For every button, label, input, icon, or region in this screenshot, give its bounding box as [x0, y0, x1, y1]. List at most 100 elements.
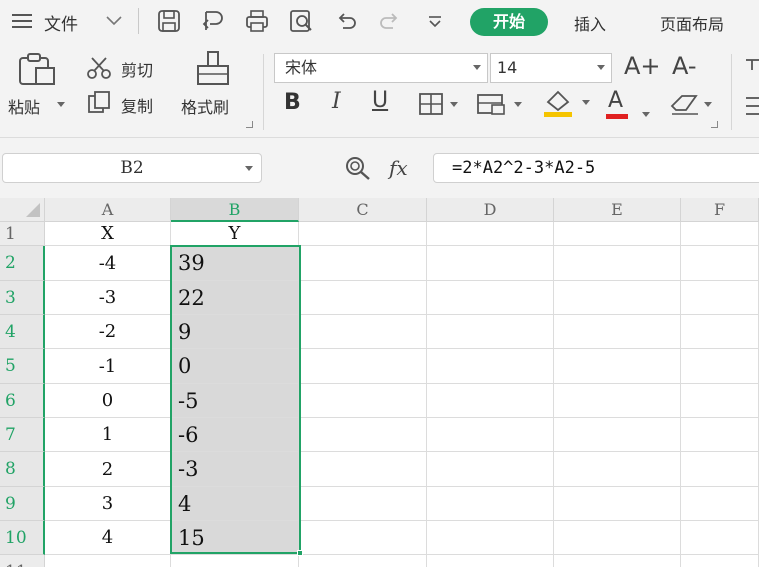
clipboard-group-launcher[interactable] [246, 121, 253, 128]
cell-b7[interactable]: -6 [171, 418, 299, 452]
cell-empty[interactable] [554, 384, 681, 418]
row-header-6[interactable]: 6 [0, 384, 45, 418]
cell-empty[interactable] [299, 281, 427, 315]
cell-empty[interactable] [427, 315, 554, 349]
cell-a8[interactable]: 2 [45, 452, 171, 487]
scissors-icon[interactable] [86, 56, 114, 80]
row-header-4[interactable]: 4 [0, 315, 45, 349]
select-all-corner[interactable] [0, 198, 45, 222]
cell-empty[interactable] [554, 555, 681, 567]
paste-dropdown-icon[interactable] [56, 99, 66, 109]
redo-icon[interactable] [376, 8, 402, 34]
cell-empty[interactable] [681, 487, 759, 521]
increase-font-button[interactable]: A+ [624, 52, 661, 80]
row-header-7[interactable]: 7 [0, 418, 45, 452]
cell-empty[interactable] [299, 452, 427, 487]
cell-empty[interactable] [427, 349, 554, 384]
cell-empty[interactable] [299, 487, 427, 521]
cell-empty[interactable] [554, 315, 681, 349]
cell-empty[interactable] [681, 521, 759, 555]
cell-empty[interactable] [681, 281, 759, 315]
cell-empty[interactable] [427, 246, 554, 281]
cell-a5[interactable]: -1 [45, 349, 171, 384]
cell-a9[interactable]: 3 [45, 487, 171, 521]
chevron-down-icon[interactable] [104, 10, 124, 30]
undo-icon[interactable] [334, 8, 360, 34]
cell-empty[interactable] [427, 452, 554, 487]
cell-empty[interactable] [299, 418, 427, 452]
formula-input[interactable]: =2*A2^2-3*A2-5 [433, 153, 759, 183]
fill-color-icon[interactable] [542, 88, 592, 118]
cell-empty[interactable] [554, 521, 681, 555]
cell-b6[interactable]: -5 [171, 384, 299, 418]
row-header-3[interactable]: 3 [0, 281, 45, 315]
row-header-1[interactable]: 1 [0, 222, 45, 246]
cell-empty[interactable] [427, 222, 554, 246]
cell-a7[interactable]: 1 [45, 418, 171, 452]
cell-empty[interactable] [299, 384, 427, 418]
row-header-11[interactable]: 11 [0, 555, 45, 567]
font-group-launcher[interactable] [711, 121, 718, 128]
cell-empty[interactable] [427, 487, 554, 521]
cell-empty[interactable] [554, 418, 681, 452]
print-icon[interactable] [244, 8, 270, 34]
bold-button[interactable]: B [284, 90, 301, 115]
paste-button[interactable]: 粘贴 [8, 94, 40, 118]
cell-empty[interactable] [299, 521, 427, 555]
more-dropdown-icon[interactable] [422, 8, 448, 34]
cell-empty[interactable] [299, 246, 427, 281]
cell-style-icon[interactable] [476, 92, 526, 116]
export-icon[interactable] [200, 8, 226, 34]
cell-empty[interactable] [299, 555, 427, 567]
column-header-c[interactable]: C [299, 198, 427, 222]
column-header-e[interactable]: E [554, 198, 681, 222]
column-header-f[interactable]: F [681, 198, 759, 222]
font-color-button[interactable]: A [608, 88, 623, 113]
format-painter-icon[interactable] [194, 50, 234, 86]
cell-empty[interactable] [427, 555, 554, 567]
copy-button[interactable]: 复制 [121, 93, 153, 117]
cell-empty[interactable] [681, 349, 759, 384]
underline-button[interactable]: U [372, 88, 388, 113]
cell-b4[interactable]: 9 [171, 315, 299, 349]
font-size-select[interactable]: 14 [490, 53, 612, 83]
column-header-a[interactable]: A [45, 198, 171, 222]
cell-a6[interactable]: 0 [45, 384, 171, 418]
column-header-d[interactable]: D [427, 198, 554, 222]
tab-home[interactable]: 开始 [470, 8, 548, 36]
cell-empty[interactable] [554, 281, 681, 315]
cell-a4[interactable]: -2 [45, 315, 171, 349]
cell-empty[interactable] [427, 281, 554, 315]
row-header-10[interactable]: 10 [0, 521, 45, 555]
save-icon[interactable] [156, 8, 182, 34]
cell-empty[interactable] [554, 487, 681, 521]
cell-b3[interactable]: 22 [171, 281, 299, 315]
font-name-select[interactable]: 宋体 [274, 53, 488, 83]
cell-b10[interactable]: 15 [171, 521, 299, 555]
cell-a10[interactable]: 4 [45, 521, 171, 555]
row-header-9[interactable]: 9 [0, 487, 45, 521]
zoom-icon[interactable] [344, 155, 372, 181]
cell-empty[interactable] [299, 349, 427, 384]
copy-icon[interactable] [86, 90, 114, 114]
paste-icon[interactable] [16, 52, 56, 86]
cell-empty[interactable] [427, 418, 554, 452]
cell-empty[interactable] [681, 555, 759, 567]
name-box[interactable]: B2 [2, 153, 262, 183]
chevron-down-icon[interactable] [473, 65, 481, 70]
cell-empty[interactable] [299, 222, 427, 246]
cell-empty[interactable] [45, 555, 171, 567]
cell-empty[interactable] [681, 418, 759, 452]
cell-empty[interactable] [554, 349, 681, 384]
align-icon[interactable] [744, 56, 759, 126]
row-header-8[interactable]: 8 [0, 452, 45, 487]
cell-empty[interactable] [681, 315, 759, 349]
cell-b9[interactable]: 4 [171, 487, 299, 521]
format-painter-button[interactable]: 格式刷 [181, 94, 229, 118]
file-menu[interactable]: 文件 [44, 10, 78, 35]
cell-a2[interactable]: -4 [45, 246, 171, 281]
cell-empty[interactable] [554, 222, 681, 246]
print-preview-icon[interactable] [288, 8, 314, 34]
cell-empty[interactable] [427, 384, 554, 418]
borders-icon[interactable] [418, 92, 460, 116]
